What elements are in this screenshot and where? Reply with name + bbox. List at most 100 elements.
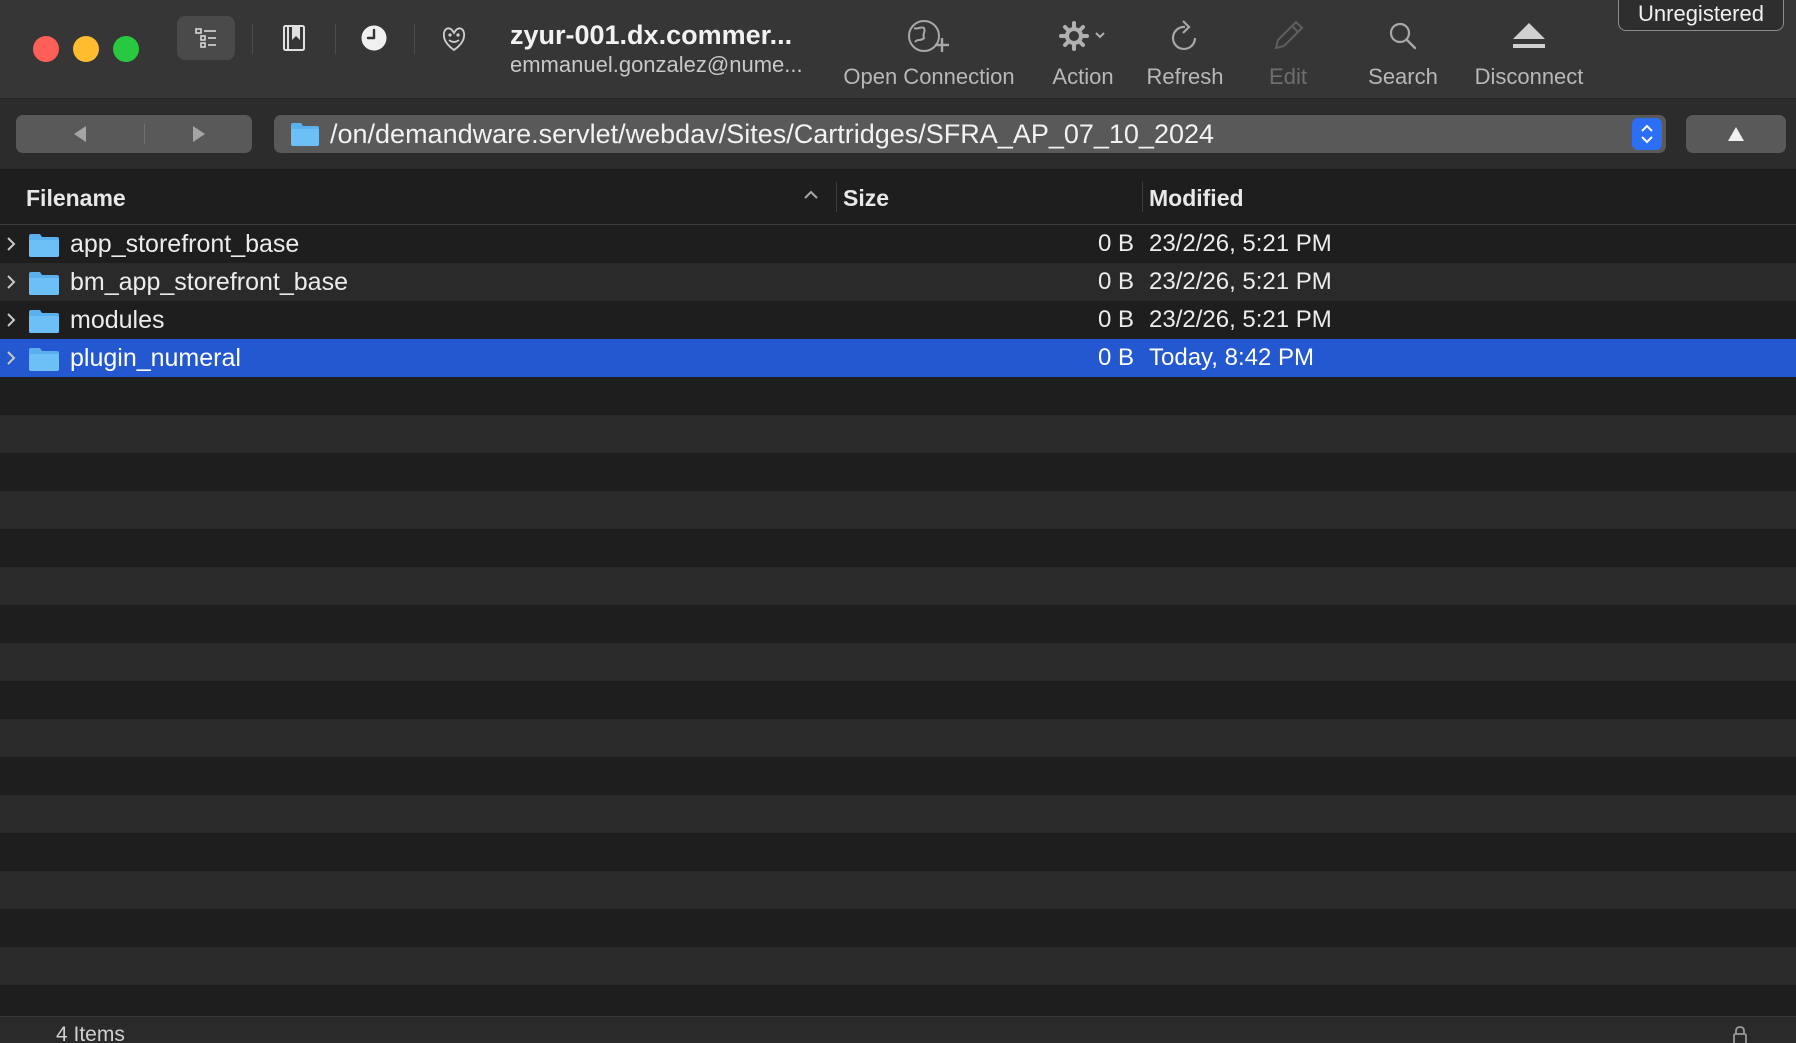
gear-icon <box>1059 21 1105 51</box>
column-header-filename[interactable]: Filename <box>26 170 126 224</box>
size-cell: 0 B <box>1097 344 1134 371</box>
eject-icon <box>1513 23 1545 48</box>
action-label: Action <box>1052 64 1114 89</box>
empty-row <box>0 871 1796 909</box>
empty-row <box>0 719 1796 757</box>
chevron-up-down-icon <box>1641 124 1653 144</box>
column-header-size[interactable]: Size <box>843 170 889 224</box>
size-cell: 0 B <box>1097 306 1134 333</box>
toolbar-divider <box>335 24 336 54</box>
open-connection-label: Open Connection <box>843 64 1015 89</box>
history-icon <box>361 25 387 51</box>
filename-cell: plugin_numeral <box>70 344 241 372</box>
bonjour-button[interactable] <box>425 16 483 60</box>
empty-row <box>0 415 1796 453</box>
modified-cell: Today, 8:42 PM <box>1149 344 1314 371</box>
empty-row <box>0 529 1796 567</box>
minimize-window-button[interactable] <box>73 36 99 62</box>
unregistered-badge[interactable]: Unregistered <box>1618 0 1784 31</box>
action-menu-button[interactable]: Action <box>1042 14 1124 90</box>
empty-row <box>0 909 1796 947</box>
bookmarks-button[interactable] <box>265 16 323 60</box>
empty-row <box>0 453 1796 491</box>
refresh-label: Refresh <box>1146 64 1224 89</box>
connection-host-title: zyur-001.dx.commer... <box>510 20 793 50</box>
empty-row <box>0 757 1796 795</box>
disclosure-chevron-icon[interactable] <box>4 310 18 330</box>
disconnect-label: Disconnect <box>1474 64 1584 89</box>
table-header: Filename Size Modified <box>0 170 1796 225</box>
table-row[interactable]: modules 0 B 23/2/26, 5:21 PM <box>0 301 1796 339</box>
column-divider[interactable] <box>836 182 837 212</box>
item-count: 4 Items <box>56 1023 125 1043</box>
open-connection-button[interactable]: Open Connection <box>838 14 1020 90</box>
folder-icon <box>29 310 59 333</box>
search-label: Search <box>1368 64 1438 89</box>
toolbar-divider <box>414 24 415 54</box>
folder-icon <box>29 348 59 371</box>
path-stepper[interactable] <box>1632 118 1662 150</box>
bookmarks-icon <box>283 25 305 51</box>
connection-user-subtitle: emmanuel.gonzalez@nume... <box>510 52 803 77</box>
search-icon <box>1389 22 1417 50</box>
globe-plus-icon <box>908 20 949 52</box>
refresh-icon <box>1171 20 1197 50</box>
column-header-modified[interactable]: Modified <box>1149 170 1244 224</box>
toolbar-divider <box>252 24 253 54</box>
refresh-button[interactable]: Refresh <box>1140 14 1230 90</box>
table-row[interactable]: bm_app_storefront_base 0 B 23/2/26, 5:21 P… <box>0 263 1796 301</box>
history-button[interactable] <box>345 16 403 60</box>
disclosure-chevron-icon[interactable] <box>4 348 18 368</box>
disconnect-button[interactable]: Disconnect <box>1466 14 1592 90</box>
outline-view-button[interactable] <box>177 16 235 60</box>
folder-icon <box>29 234 59 257</box>
table-row[interactable]: plugin_numeral 0 B Today, 8:42 PM <box>0 339 1796 377</box>
empty-row <box>0 377 1796 415</box>
up-arrow-icon <box>1728 127 1744 141</box>
edit-label: Edit <box>1269 64 1307 89</box>
modified-cell: 23/2/26, 5:21 PM <box>1149 268 1332 295</box>
forward-button[interactable] <box>140 115 258 153</box>
edit-button[interactable]: Edit <box>1256 14 1320 90</box>
toolbar: zyur-001.dx.commer... emmanuel.gonzalez@… <box>0 0 1796 99</box>
close-window-button[interactable] <box>33 36 59 62</box>
modified-cell: 23/2/26, 5:21 PM <box>1149 230 1332 257</box>
modified-cell: 23/2/26, 5:21 PM <box>1149 306 1332 333</box>
empty-row <box>0 605 1796 643</box>
lock-icon <box>1733 1026 1747 1043</box>
empty-row <box>0 643 1796 681</box>
column-divider[interactable] <box>1142 182 1143 212</box>
empty-row <box>0 491 1796 529</box>
size-cell: 0 B <box>1097 268 1134 295</box>
forward-arrow-icon <box>193 126 205 142</box>
table-row[interactable]: app_storefront_base 0 B 23/2/26, 5:21 PM <box>0 225 1796 263</box>
disclosure-chevron-icon[interactable] <box>4 234 18 254</box>
empty-row <box>0 985 1796 1015</box>
empty-row <box>0 681 1796 719</box>
parent-directory-button[interactable] <box>1686 115 1786 153</box>
back-arrow-icon <box>74 126 86 142</box>
filename-cell: bm_app_storefront_base <box>70 268 348 296</box>
navigation-segmented-control <box>16 115 252 153</box>
path-bar: /on/demandware.servlet/webdav/Sites/Cart… <box>0 99 1796 170</box>
zoom-window-button[interactable] <box>113 36 139 62</box>
outline-view-icon <box>195 28 216 48</box>
file-list: app_storefront_base 0 B 23/2/26, 5:21 PM bm… <box>0 225 1796 1015</box>
empty-row <box>0 947 1796 985</box>
empty-row <box>0 833 1796 871</box>
status-bar: 4 Items <box>0 1016 1796 1043</box>
search-button[interactable]: Search <box>1360 14 1446 90</box>
pencil-icon <box>1274 20 1304 50</box>
folder-icon <box>29 272 59 295</box>
size-cell: 0 B <box>1097 230 1134 257</box>
bonjour-icon <box>442 27 466 52</box>
current-path: /on/demandware.servlet/webdav/Sites/Cart… <box>330 119 1215 149</box>
sort-ascending-icon <box>804 190 818 199</box>
folder-icon <box>291 123 319 146</box>
disclosure-chevron-icon[interactable] <box>4 272 18 292</box>
path-dropdown[interactable]: /on/demandware.servlet/webdav/Sites/Cart… <box>274 115 1666 153</box>
back-button[interactable] <box>21 115 139 153</box>
empty-row <box>0 795 1796 833</box>
empty-row <box>0 567 1796 605</box>
filename-cell: app_storefront_base <box>70 230 300 258</box>
